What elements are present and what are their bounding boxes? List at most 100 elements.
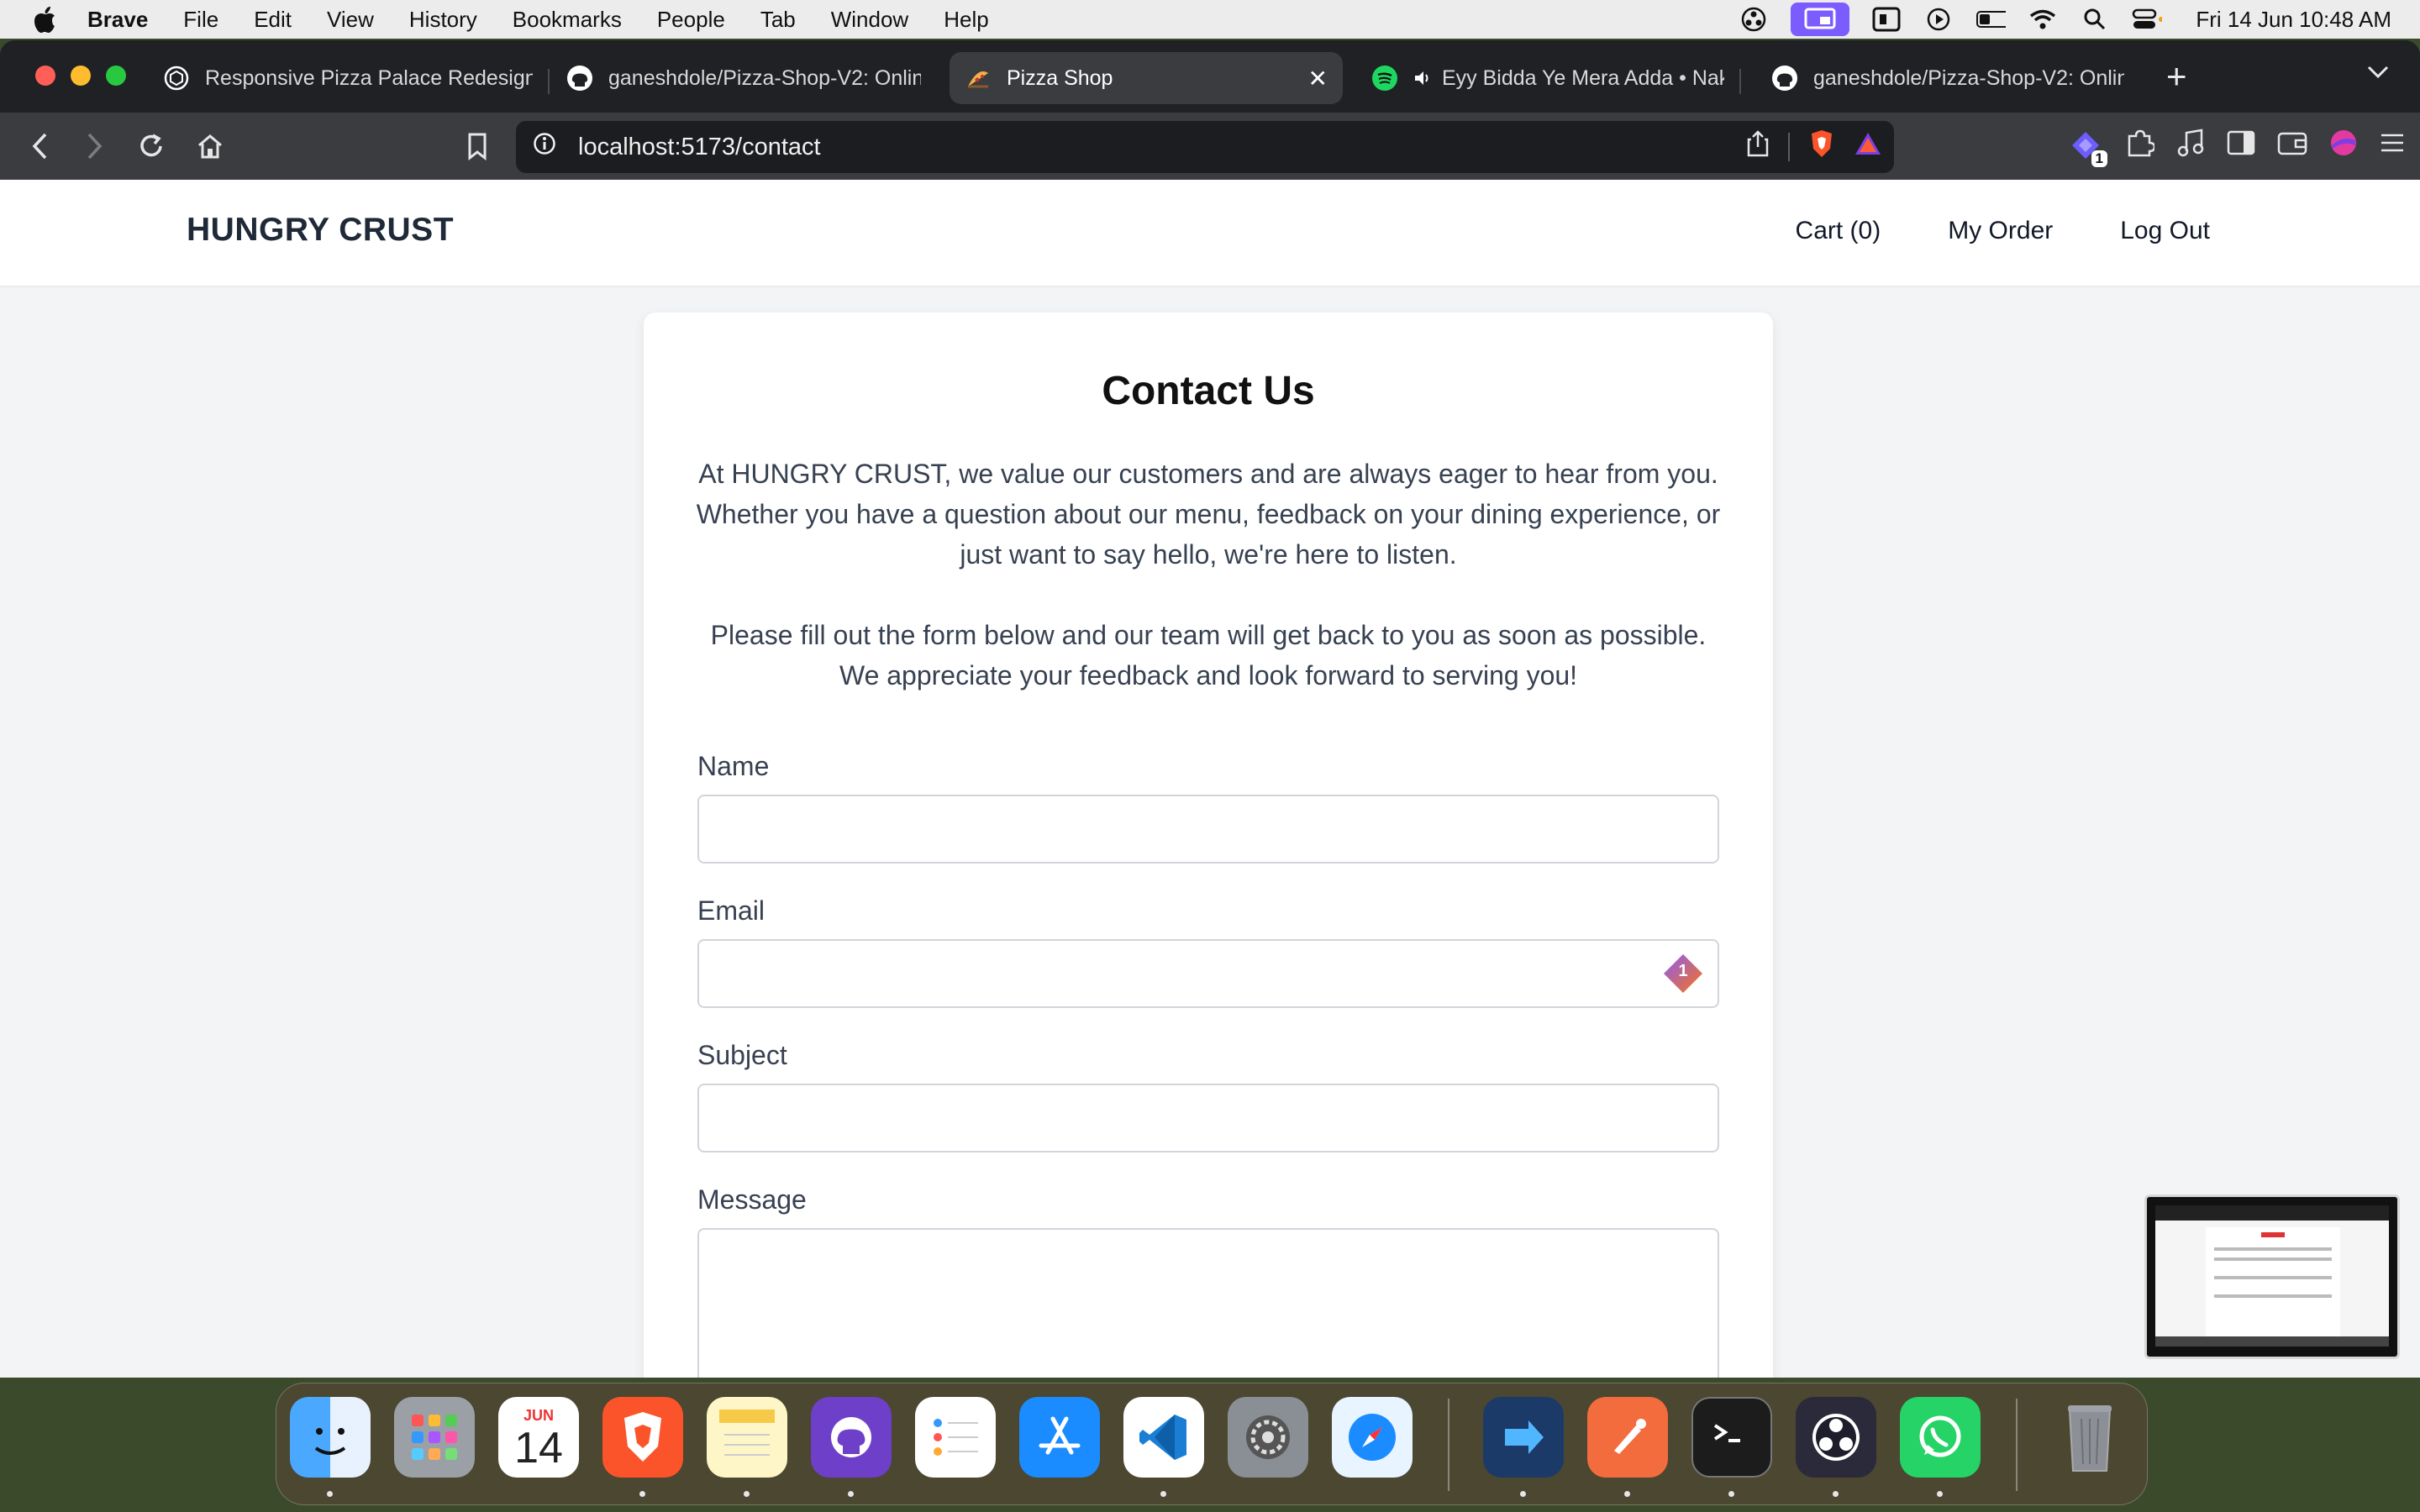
control-center-icon[interactable] [2132,7,2163,32]
menu-clock[interactable]: Fri 14 Jun 10:48 AM [2196,7,2391,33]
tab-separator [1739,69,1741,94]
close-tab-icon[interactable]: ✕ [1308,65,1328,92]
subject-label: Subject [697,1040,787,1070]
nav-cart-link[interactable]: Cart (0) [1796,217,1881,245]
whatsapp-icon[interactable] [1900,1397,1981,1478]
site-navbar: HUNGRY CRUST Cart (0) My Order Log Out [0,180,2420,286]
browser-toolbar: localhost:5173/contact 1 [0,113,2420,180]
obs-studio-icon[interactable] [1796,1397,1876,1478]
launchpad-icon[interactable] [394,1397,475,1478]
tab-title: Responsive Pizza Palace Redesign [205,66,533,90]
dock-divider [1448,1399,1449,1491]
name-label: Name [697,751,770,781]
finder-icon[interactable] [290,1397,371,1478]
running-indicator [639,1491,645,1497]
obs-status-icon[interactable] [1739,7,1769,32]
sidebar-toggle-icon[interactable] [2227,129,2255,160]
email-field-wrapper: 1 [697,939,1719,1008]
apple-menu-icon[interactable] [32,5,66,34]
menu-window[interactable]: Window [831,7,908,33]
zoom-window-button[interactable] [106,66,126,86]
running-indicator [1520,1491,1526,1497]
password-manager-icon[interactable]: 1 [1662,953,1704,995]
battery-icon[interactable] [1975,7,2007,32]
email-input[interactable] [697,939,1719,1008]
dock-divider [2016,1399,2018,1491]
nav-log-out-link[interactable]: Log Out [2120,217,2210,245]
running-indicator [744,1491,750,1497]
brave-browser-icon[interactable] [602,1397,683,1478]
tab-github-repo[interactable]: ganeshdole/Pizza-Shop-V2: Online [551,52,936,104]
brave-rewards-icon[interactable] [1854,130,1882,164]
tab-search-chevron-icon[interactable] [2366,64,2390,85]
subject-input[interactable] [697,1084,1719,1152]
play-status-icon[interactable] [1923,7,1954,32]
menu-bookmarks[interactable]: Bookmarks [513,7,622,33]
message-textarea[interactable] [697,1228,1719,1378]
media-music-icon[interactable] [2176,128,2205,162]
wallet-extension-icon[interactable]: 1 [2069,129,2107,167]
menu-help[interactable]: Help [944,7,988,33]
profile-avatar-icon[interactable] [2329,129,2358,161]
site-info-icon[interactable] [533,132,556,162]
site-logo[interactable]: HUNGRY CRUST [187,212,454,249]
back-arrow-icon[interactable] [22,128,59,165]
wifi-icon[interactable] [2028,7,2058,32]
new-tab-button[interactable]: + [2166,59,2187,94]
menu-tab[interactable]: Tab [760,7,796,33]
page-viewport: HUNGRY CRUST Cart (0) My Order Log Out C… [0,180,2420,1378]
url-text[interactable]: localhost:5173/contact [578,134,821,161]
screenshot-thumbnail[interactable] [2144,1194,2400,1359]
wallet-icon[interactable] [2277,129,2307,160]
share-icon[interactable] [1746,129,1770,165]
github-desktop-icon[interactable] [811,1397,892,1478]
audio-playing-icon[interactable] [1413,69,1432,87]
running-indicator [1937,1491,1943,1497]
tab-github-repo-2[interactable]: ganeshdole/Pizza-Shop-V2: Online [1756,52,2139,104]
app-status-icon[interactable] [1871,7,1902,32]
pizza-icon [965,65,992,92]
menu-file[interactable]: File [183,7,218,33]
notes-icon[interactable] [707,1397,787,1478]
calendar-icon[interactable]: JUN 14 [498,1397,579,1478]
close-window-button[interactable] [35,66,55,86]
nav-my-order-link[interactable]: My Order [1948,217,2053,245]
home-icon[interactable] [192,128,229,165]
app-store-icon[interactable] [1019,1397,1100,1478]
menu-people[interactable]: People [657,7,725,33]
postman-icon[interactable] [1587,1397,1668,1478]
message-label: Message [697,1184,807,1215]
extensions-puzzle-icon[interactable] [2124,128,2156,162]
url-divider [1788,133,1790,161]
address-bar[interactable]: localhost:5173/contact [516,121,1894,173]
screen-share-icon[interactable] [1791,3,1850,36]
tab-title: ganeshdole/Pizza-Shop-V2: Online [1813,66,2124,90]
safari-icon[interactable] [1332,1397,1413,1478]
minimize-window-button[interactable] [71,66,91,86]
macos-menu-bar: Brave File Edit View History Bookmarks P… [0,0,2420,39]
vscode-icon[interactable] [1123,1397,1204,1478]
running-indicator [848,1491,854,1497]
menu-app-name[interactable]: Brave [87,7,148,33]
trash-icon[interactable] [2049,1397,2130,1478]
menu-history[interactable]: History [409,7,477,33]
transfer-app-icon[interactable] [1483,1397,1564,1478]
terminal-icon[interactable] [1691,1397,1772,1478]
reload-icon[interactable] [133,128,170,165]
name-input[interactable] [697,795,1719,864]
menu-view[interactable]: View [327,7,374,33]
browser-menu-icon[interactable] [2380,132,2405,158]
forward-arrow-icon[interactable] [76,128,113,165]
menu-edit[interactable]: Edit [254,7,292,33]
email-label: Email [697,895,765,926]
reminders-icon[interactable] [915,1397,996,1478]
spotlight-search-icon[interactable] [2080,7,2110,32]
brave-shields-icon[interactable] [1808,129,1835,165]
tab-title: Pizza Shop [1007,66,1113,90]
system-settings-icon[interactable] [1228,1397,1308,1478]
macos-dock: JUN 14 [276,1383,2148,1505]
tab-pizza-shop[interactable]: Pizza Shop ✕ [950,52,1343,104]
tab-spotify[interactable]: Eyy Bidda Ye Mera Adda • Nakash [1356,52,1739,104]
tab-responsive-pizza[interactable]: Responsive Pizza Palace Redesign [148,52,548,104]
bookmark-icon[interactable] [459,128,496,165]
